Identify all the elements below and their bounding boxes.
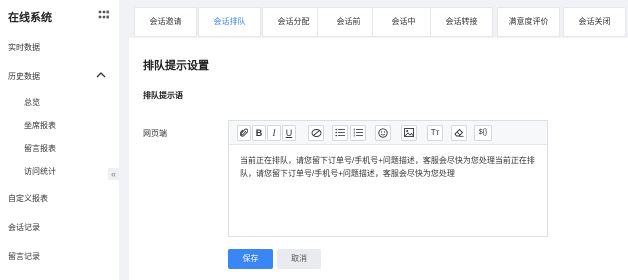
grid-toggle-icon[interactable] — [98, 10, 109, 23]
variable-button[interactable]: ${} — [474, 125, 492, 141]
sidebar-item-message-records[interactable]: 留言记录 — [8, 251, 40, 262]
web-field-label: 网页端 — [143, 129, 167, 138]
sidebar-header: 在线系统 — [0, 0, 119, 32]
section-title: 排队提示设置 — [143, 60, 209, 72]
numbered-list-icon[interactable] — [350, 125, 366, 141]
editor-toolbar: B I U Tт ${} — [229, 121, 547, 145]
editor-content[interactable]: 当前正在排队，请您留下订单号/手机号+问题描述，客服会尽快为您处理当前正在排队，… — [240, 154, 540, 180]
tab-session-transfer[interactable]: 会话转接 — [430, 7, 493, 37]
sidebar-item-realtime[interactable]: 实时数据 — [8, 42, 40, 53]
italic-button[interactable]: I — [267, 125, 281, 141]
bullet-list-icon[interactable] — [332, 125, 348, 141]
app-title: 在线系统 — [8, 12, 52, 24]
eraser-icon[interactable] — [451, 125, 467, 141]
sidebar-item-history[interactable]: 历史数据 — [8, 71, 40, 82]
sidebar-item-visit-stats[interactable]: 访问统计 — [24, 166, 56, 177]
tab-session-invite[interactable]: 会话邀请 — [134, 7, 197, 37]
rich-text-editor: B I U Tт ${} 当前正在排队，请您留下订单号/手机号+问题描述，客服会… — [228, 120, 548, 237]
underline-button[interactable]: U — [282, 125, 296, 141]
sub-title: 排队提示语 — [143, 91, 183, 100]
chevron-up-icon[interactable] — [96, 71, 106, 79]
tab-during-session[interactable]: 会话中 — [372, 7, 435, 37]
sidebar: 在线系统 实时数据 历史数据 总览 坐席报表 留言报表 访问统计 « 自定义报表… — [0, 0, 119, 280]
emoji-icon[interactable] — [375, 125, 391, 141]
sidebar-item-agent-report[interactable]: 坐席报表 — [24, 120, 56, 131]
sidebar-item-overview[interactable]: 总览 — [24, 97, 40, 108]
tab-satisfaction[interactable]: 满意度评价 — [497, 7, 560, 37]
link-icon[interactable] — [308, 125, 324, 141]
image-icon[interactable] — [401, 125, 417, 141]
sidebar-item-session-records[interactable]: 会话记录 — [8, 222, 40, 233]
font-size-button[interactable]: Tт — [427, 125, 443, 141]
sidebar-item-message-report[interactable]: 留言报表 — [24, 143, 56, 154]
attachment-icon[interactable] — [237, 125, 251, 141]
sidebar-item-custom-report[interactable]: 自定义报表 — [8, 193, 48, 204]
collapse-sidebar-icon[interactable]: « — [108, 168, 119, 180]
tab-before-session[interactable]: 会话前 — [317, 7, 380, 37]
tab-session-close[interactable]: 会话关闭 — [563, 7, 626, 37]
save-button[interactable]: 保存 — [228, 249, 273, 269]
cancel-button[interactable]: 取消 — [277, 249, 321, 269]
main-panel: 会话邀请 会话排队 会话分配 会话前 会话中 会话转接 满意度评价 会话关闭 排… — [129, 0, 628, 280]
bold-button[interactable]: B — [252, 125, 266, 141]
tab-session-queue[interactable]: 会话排队 — [198, 7, 261, 37]
tab-bar: 会话邀请 会话排队 会话分配 会话前 会话中 会话转接 满意度评价 会话关闭 — [129, 0, 628, 38]
tab-session-assign[interactable]: 会话分配 — [262, 7, 325, 37]
